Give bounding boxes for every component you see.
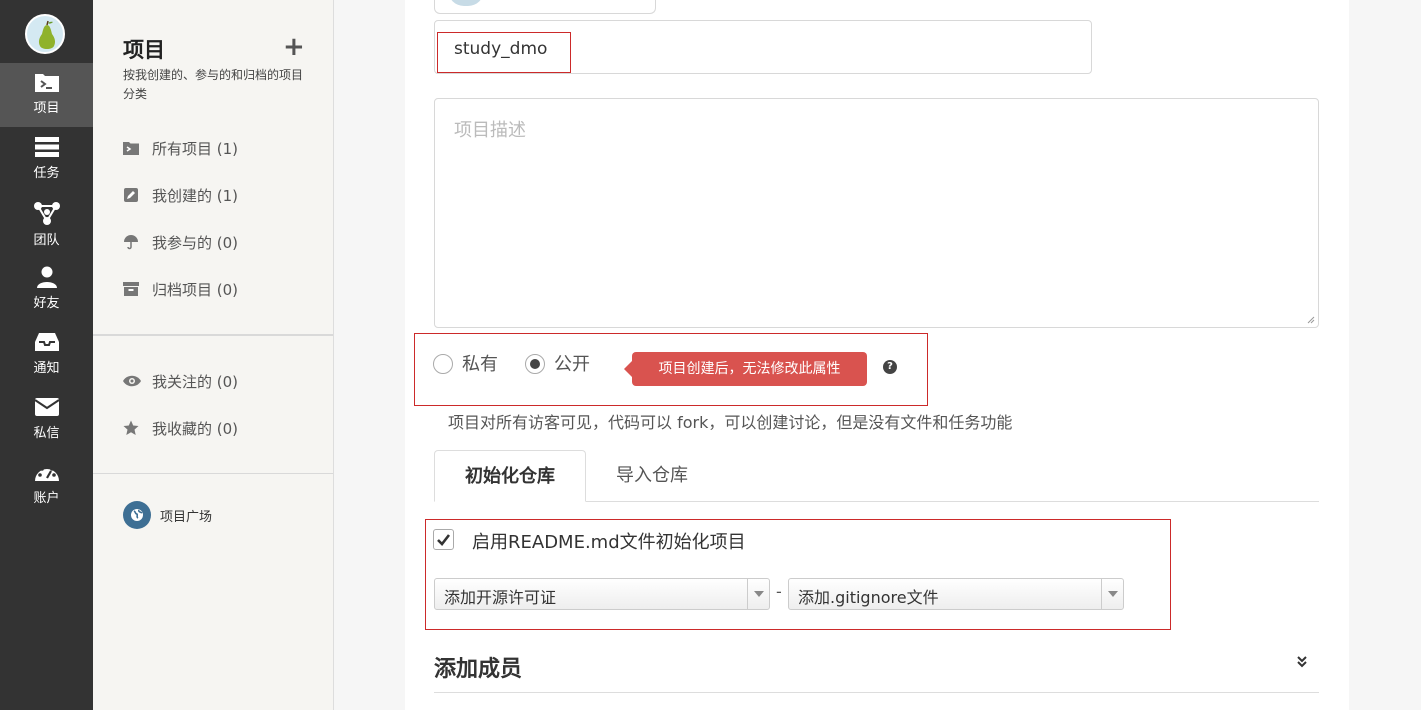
rail-label: 好友 (33, 296, 60, 311)
resize-grip-icon[interactable] (1307, 316, 1315, 324)
rail-item-friends[interactable]: 好友 (0, 258, 93, 322)
project-square-link[interactable]: 项目广场 (123, 501, 212, 529)
project-description-input[interactable]: 项目描述 (434, 98, 1319, 328)
sidebar-item-label: 归档项目 (0) (152, 280, 239, 299)
sidebar-subtitle: 按我创建的、参与的和归档的项目分类 (123, 68, 304, 101)
rail-label: 通知 (33, 361, 60, 376)
user-icon (36, 266, 57, 288)
inbox-icon (34, 333, 59, 351)
tasks-icon (34, 137, 59, 157)
sidebar-item-joined[interactable]: 我参与的 (0) (123, 230, 238, 254)
rail-label: 团队 (33, 233, 60, 248)
rail-item-tasks[interactable]: 任务 (0, 128, 93, 192)
rail-label: 项目 (33, 101, 60, 116)
rail-label: 账户 (33, 491, 60, 506)
sidebar-item-label: 我参与的 (0) (152, 233, 239, 252)
dashboard-icon (34, 465, 59, 481)
help-icon[interactable]: ? (883, 360, 897, 374)
gitignore-select-value: 添加.gitignore文件 (798, 588, 939, 607)
eye-icon (123, 375, 143, 387)
visibility-tooltip: 项目创建后，无法修改此属性 (624, 352, 867, 386)
globe-icon (123, 501, 151, 529)
sidebar-title: 项目 (123, 38, 165, 62)
project-icon (34, 74, 59, 92)
sidebar-item-label: 我创建的 (1) (152, 186, 239, 205)
edit-icon (123, 187, 143, 203)
public-radio[interactable] (525, 354, 545, 374)
description-placeholder: 项目描述 (454, 120, 526, 141)
rail-item-account[interactable]: 账户 (0, 453, 93, 517)
sidebar-divider (93, 473, 333, 474)
license-select[interactable]: 添加开源许可证 (434, 578, 770, 610)
visibility-description: 项目对所有访客可见，代码可以 fork，可以创建讨论，但是没有文件和任务功能 (448, 413, 1013, 432)
readme-checkbox[interactable] (433, 529, 454, 550)
double-chevron-down-icon[interactable] (1296, 656, 1308, 668)
sidebar-item-label: 所有项目 (1) (152, 139, 239, 158)
sidebar-item-starred[interactable]: 我收藏的 (0) (123, 416, 238, 440)
license-select-value: 添加开源许可证 (444, 588, 557, 607)
add-members-title: 添加成员 (434, 657, 523, 682)
project-square-label: 项目广场 (160, 509, 213, 525)
sidebar-item-watching[interactable]: 我关注的 (0) (123, 369, 238, 393)
rail-label: 任务 (33, 166, 60, 181)
rail-item-messages[interactable]: 私信 (0, 388, 93, 452)
umbrella-icon (123, 234, 143, 250)
private-radio[interactable] (433, 354, 453, 374)
team-icon (33, 202, 60, 225)
page-gutter-left (334, 0, 405, 710)
icon-rail: 项目 任务 团队 好友 通知 私信 账户 (0, 0, 93, 710)
readme-label[interactable]: 启用README.md文件初始化项目 (472, 528, 746, 554)
project-sidebar: 项目 + 按我创建的、参与的和归档的项目分类 所有项目 (1) 我创建的 (1)… (93, 0, 334, 710)
archive-icon (123, 281, 143, 297)
sidebar-item-label: 我关注的 (0) (152, 372, 239, 391)
sidebar-item-archived[interactable]: 归档项目 (0) (123, 277, 238, 301)
dropdown-arrow-icon (747, 579, 769, 609)
select-separator: - (776, 582, 782, 601)
envelope-icon (33, 398, 60, 416)
tab-import-repo[interactable]: 导入仓库 (596, 450, 708, 502)
dropdown-arrow-icon (1101, 579, 1123, 609)
page-gutter-right (1349, 0, 1421, 710)
tab-init-repo[interactable]: 初始化仓库 (434, 450, 586, 502)
members-divider (434, 692, 1319, 693)
highlight-box (437, 32, 571, 73)
gitignore-select[interactable]: 添加.gitignore文件 (788, 578, 1124, 610)
rail-item-projects[interactable]: 项目 (0, 63, 93, 127)
pear-logo-icon[interactable] (25, 14, 65, 54)
rail-item-team[interactable]: 团队 (0, 193, 93, 257)
rail-item-notifications[interactable]: 通知 (0, 323, 93, 387)
star-icon (123, 420, 143, 436)
checkmark-icon (437, 534, 451, 546)
private-radio-label[interactable]: 私有 (462, 354, 498, 376)
add-project-button[interactable]: + (283, 34, 305, 60)
sidebar-item-all-projects[interactable]: 所有项目 (1) (123, 136, 238, 160)
rail-label: 私信 (33, 426, 60, 441)
sidebar-item-created[interactable]: 我创建的 (1) (123, 183, 238, 207)
folder-terminal-icon (123, 141, 143, 155)
public-radio-label[interactable]: 公开 (554, 354, 590, 376)
sidebar-divider (93, 334, 333, 336)
sidebar-item-label: 我收藏的 (0) (152, 419, 239, 438)
